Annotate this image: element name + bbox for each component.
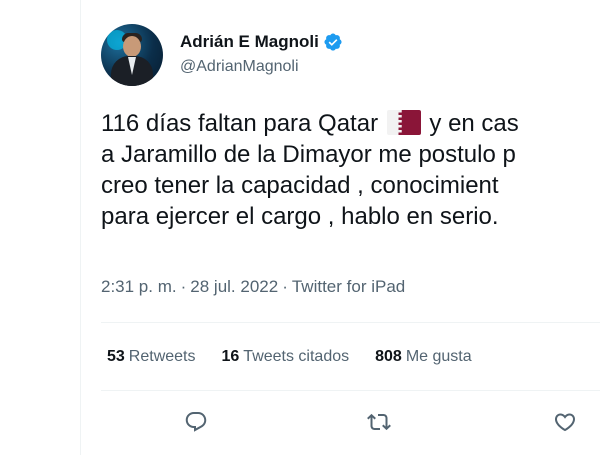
avatar[interactable] — [101, 24, 163, 86]
likes-count: 808 — [375, 348, 402, 365]
retweet-button[interactable] — [365, 408, 393, 436]
tweet-timestamp[interactable]: 2:31 p. m. · 28 jul. 2022 — [101, 277, 278, 296]
tweet-line-1-end: y en cas — [422, 110, 519, 137]
divider-bottom — [101, 390, 600, 391]
tweet-time: 2:31 p. m. — [101, 277, 177, 296]
quotes-label: Tweets citados — [243, 348, 350, 365]
retweets-count: 53 — [107, 348, 125, 365]
tweet-line-1: 116 días faltan para Qatar y en cas — [101, 108, 600, 139]
retweets-stat[interactable]: 53 Retweets — [107, 346, 196, 368]
tweet-actions — [101, 398, 600, 446]
tweet-source[interactable]: Twitter for iPad — [292, 277, 405, 296]
likes-stat[interactable]: 808 Me gusta — [375, 346, 472, 368]
reply-icon — [185, 412, 207, 432]
tweet-meta: 2:31 p. m. · 28 jul. 2022 · Twitter for iPad — [101, 276, 405, 298]
tweet-header: Adrián E Magnoli @AdrianMagnoli — [101, 24, 343, 86]
quotes-stat[interactable]: 16 Tweets citados — [222, 346, 350, 368]
tweet-text: 116 días faltan para Qatar y en cas a Ja… — [101, 108, 600, 232]
tweet-stats: 53 Retweets 16 Tweets citados 808 Me gusta — [107, 346, 498, 368]
likes-label: Me gusta — [405, 348, 472, 365]
meta-separator-2: · — [282, 277, 288, 296]
tweet-date: 28 jul. 2022 — [190, 277, 279, 296]
retweet-icon — [367, 413, 391, 431]
verified-badge-icon — [323, 32, 343, 52]
retweets-label: Retweets — [128, 348, 196, 365]
qatar-flag-icon — [386, 110, 421, 135]
divider-top — [101, 322, 600, 323]
tweet-line-3: creo tener la capacidad , conocimient — [101, 172, 499, 199]
author-names: Adrián E Magnoli @AdrianMagnoli — [180, 31, 343, 78]
column-border — [80, 0, 81, 455]
meta-separator: · — [180, 277, 187, 296]
display-name-row: Adrián E Magnoli — [180, 31, 343, 53]
author-handle[interactable]: @AdrianMagnoli — [180, 56, 343, 78]
tweet-line-2: a Jaramillo de la Dimayor me postulo p — [101, 141, 516, 168]
tweet-detail: Adrián E Magnoli @AdrianMagnoli 116 días… — [0, 0, 600, 455]
quotes-count: 16 — [221, 348, 240, 365]
display-name[interactable]: Adrián E Magnoli — [180, 31, 319, 53]
like-button[interactable] — [551, 408, 579, 436]
like-icon — [554, 413, 576, 432]
tweet-line-4: para ejercer el cargo , hablo en serio. — [101, 203, 499, 230]
reply-button[interactable] — [182, 408, 210, 436]
tweet-line-1-start: 116 días faltan para Qatar — [101, 110, 385, 137]
